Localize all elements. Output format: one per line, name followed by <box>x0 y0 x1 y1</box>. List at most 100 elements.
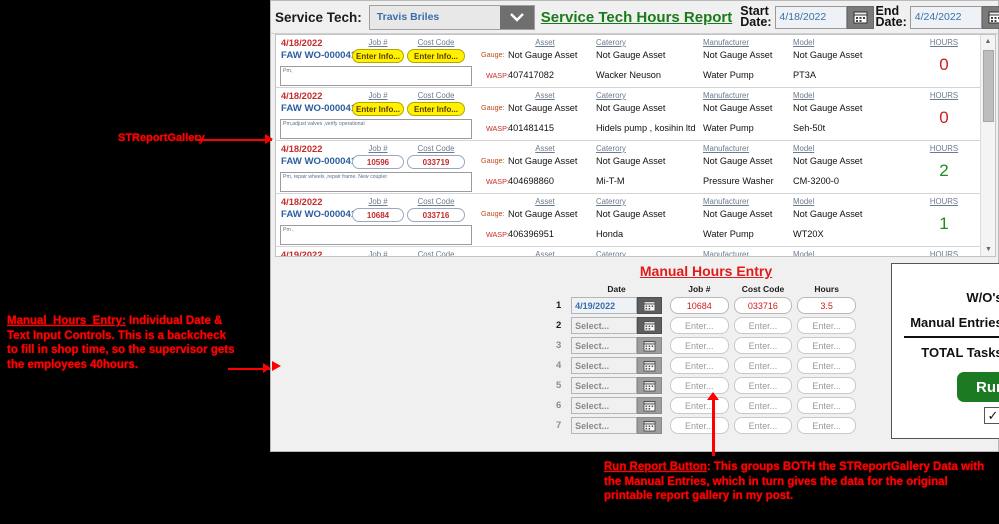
row-cost-code-input[interactable]: 033716 <box>407 208 465 222</box>
annotation-run-arrow-icon <box>707 392 719 400</box>
wasp-label: WASP: <box>486 71 509 80</box>
calendar-icon[interactable] <box>636 417 662 434</box>
row-job-input[interactable]: 10596 <box>352 155 404 169</box>
row-job-input[interactable]: Enter... <box>669 377 729 394</box>
gauge-asset: Not Gauge Asset <box>508 103 578 113</box>
calendar-icon[interactable] <box>636 337 662 354</box>
row-job-input[interactable]: Enter... <box>669 337 729 354</box>
wasp-manufacturer: Pressure Washer <box>703 176 774 186</box>
row-job-input[interactable]: Enter Info... <box>352 102 404 116</box>
gauge-label: Gauge: <box>481 103 505 112</box>
service-tech-dropdown[interactable]: Travis Briles <box>368 4 535 30</box>
row-cost-code-input[interactable]: Enter... <box>733 357 793 374</box>
start-date-input[interactable]: 4/18/2022 <box>774 5 847 29</box>
row-cost-code-input[interactable]: Enter... <box>733 317 793 334</box>
row-date-picker[interactable]: 4/19/2022 <box>571 297 662 314</box>
row-date-picker[interactable]: Select... <box>571 377 662 394</box>
list-item: 4 Select... Enter... Enter... Enter... <box>556 357 857 374</box>
row-date-input[interactable]: 4/19/2022 <box>571 297 637 314</box>
row-hours-input[interactable]: Enter... <box>797 377 857 394</box>
row-date-input[interactable]: Select... <box>571 377 637 394</box>
table-row[interactable]: 4/18/2022 FAW WO-0000414 Job # Cost Code Ent… <box>276 88 980 141</box>
wasp-category: Mi-T-M <box>596 176 625 186</box>
row-notes-input[interactable]: Pm, <box>280 66 472 86</box>
gallery-scrollbar[interactable]: ▲ ▼ <box>980 35 995 256</box>
start-date-label: Start Date: <box>740 3 772 29</box>
row-date-input[interactable]: Select... <box>571 337 637 354</box>
calendar-icon[interactable] <box>636 397 662 414</box>
end-date-calendar-icon[interactable] <box>981 5 999 29</box>
row-notes-input[interactable]: Pm,adjust valves ,verify operational <box>280 119 472 139</box>
row-cost-code-input[interactable]: Enter... <box>733 377 793 394</box>
calendar-icon[interactable] <box>636 377 662 394</box>
row-job-input[interactable]: Enter... <box>669 397 729 414</box>
end-date-input[interactable]: 4/24/2022 <box>909 5 982 29</box>
row-cost-code-input[interactable]: Enter Info... <box>407 49 465 63</box>
calendar-icon[interactable] <box>636 317 662 334</box>
row-cost-code-input[interactable]: 033719 <box>407 155 465 169</box>
row-hours-input[interactable]: Enter... <box>797 397 857 414</box>
row-date-input[interactable]: Select... <box>571 317 637 334</box>
gauge-label: Gauge: <box>481 156 505 165</box>
chevron-down-icon[interactable] <box>499 5 534 29</box>
row-cost-code-input[interactable]: Enter... <box>733 397 793 414</box>
scroll-up-icon[interactable]: ▲ <box>981 35 995 48</box>
gauge-label: Gauge: <box>481 209 505 218</box>
row-date-input[interactable]: Select... <box>571 397 637 414</box>
col-header-category: Caterory <box>596 38 626 47</box>
col-header-hours: HOURS <box>929 38 959 47</box>
row-date-input[interactable]: Select... <box>571 357 637 374</box>
table-row[interactable]: 4/19/2022 Job # Cost Code Asset Caterory Manu… <box>276 247 980 256</box>
gauge-model: Not Gauge Asset <box>793 50 863 60</box>
row-notes-input[interactable]: Pm, repair wheels ,repair frame. New cou… <box>280 172 472 192</box>
run-printable-report-button[interactable]: Run Printable Report <box>957 372 999 402</box>
gauge-label: Gauge: <box>481 50 505 59</box>
row-job-input[interactable]: Enter... <box>669 317 729 334</box>
table-row[interactable]: 4/18/2022 FAW WO-0000411 Job # Cost Code Ent… <box>276 35 980 88</box>
row-job-input[interactable]: 10684 <box>669 297 729 314</box>
row-cost-code-input[interactable]: Enter... <box>733 417 793 434</box>
row-job-input[interactable]: Enter Info... <box>352 49 404 63</box>
row-notes-input[interactable]: Pm , <box>280 225 472 245</box>
row-hours-input[interactable]: Enter... <box>797 337 857 354</box>
row-job-input[interactable]: 10684 <box>352 208 404 222</box>
row-date-input[interactable]: Select... <box>571 417 637 434</box>
col-header-model: Model <box>793 197 815 206</box>
st-report-gallery[interactable]: 4/18/2022 FAW WO-0000411 Job # Cost Code Ent… <box>275 34 996 257</box>
row-job-input[interactable]: Enter... <box>669 357 729 374</box>
start-date-calendar-icon[interactable] <box>846 5 874 29</box>
row-hours-input[interactable]: Enter... <box>797 417 857 434</box>
scrollbar-thumb[interactable] <box>983 50 994 122</box>
row-cost-code-input[interactable]: Enter Info... <box>407 102 465 116</box>
row-date-picker[interactable]: Select... <box>571 357 662 374</box>
calendar-icon[interactable] <box>636 357 662 374</box>
table-row[interactable]: 4/18/2022 FAW WO-0000415 Job # Cost Code 105… <box>276 141 980 194</box>
gauge-model: Not Gauge Asset <box>793 209 863 219</box>
scroll-down-icon[interactable]: ▼ <box>981 243 995 256</box>
row-date-picker[interactable]: Select... <box>571 397 662 414</box>
row-hours-input[interactable]: Enter... <box>797 317 857 334</box>
row-date-picker[interactable]: Select... <box>571 417 662 434</box>
row-date: 4/18/2022 <box>281 91 323 101</box>
col-header-manufacturer: Manufacturer <box>703 144 749 153</box>
override-lock-checkbox[interactable]: ✓ <box>984 407 999 424</box>
row-number: 3 <box>556 340 562 351</box>
row-cost-code-input[interactable]: 033716 <box>733 297 793 314</box>
annotation-run-title: Run Report Button <box>604 461 707 473</box>
wasp-manufacturer: Water Pump <box>703 70 754 80</box>
row-job-input[interactable]: Enter... <box>669 417 729 434</box>
calendar-icon[interactable] <box>636 297 662 314</box>
total-tasks-label: TOTAL Tasks: <box>921 345 999 360</box>
row-date-picker[interactable]: Select... <box>571 337 662 354</box>
gauge-asset: Not Gauge Asset <box>508 50 578 60</box>
row-work-order: FAW WO-0000416 <box>281 209 362 220</box>
list-item: 6 Select... Enter... Enter... Enter... <box>556 397 857 414</box>
row-cost-code-input[interactable]: Enter... <box>733 337 793 354</box>
row-hours-input[interactable]: Enter... <box>797 357 857 374</box>
row-hours-input[interactable]: 3.5 <box>797 297 857 314</box>
row-date-picker[interactable]: Select... <box>571 317 662 334</box>
wasp-label: WASP: <box>486 177 509 186</box>
col-header-manufacturer: Manufacturer <box>703 38 749 47</box>
service-tech-label: Service Tech: <box>275 9 362 25</box>
table-row[interactable]: 4/18/2022 FAW WO-0000416 Job # Cost Code 106… <box>276 194 980 247</box>
